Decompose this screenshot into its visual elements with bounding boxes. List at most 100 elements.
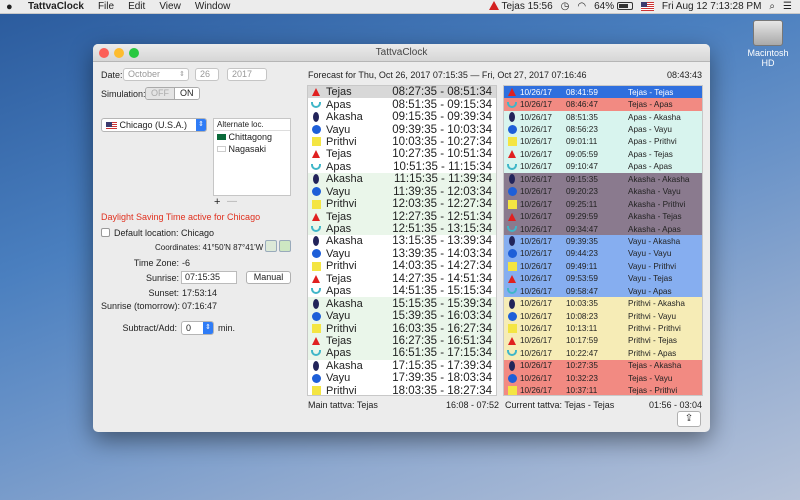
main-tattva-list[interactable]: Tejas 08:27:35 - 08:51:34 Apas 08:51:35 - 0… <box>307 85 497 396</box>
main-tattva-row[interactable]: Apas 10:51:35 - 11:15:34 <box>308 160 496 174</box>
menubar-clock[interactable]: Fri Aug 12 7:13:28 PM <box>662 1 762 12</box>
main-tattva-row[interactable]: Akasha 15:15:35 - 15:39:34 <box>308 297 496 310</box>
sub-tattva-row[interactable]: 10/26/17 10:08:23 Prithvi - Vayu <box>504 309 702 323</box>
sub-tattva-list[interactable]: 10/26/17 08:41:59 Tejas - Tejas 10/26/17 08:… <box>503 85 703 396</box>
main-tattva-row[interactable]: Tejas 10:27:35 - 10:51:34 <box>308 148 496 161</box>
main-tattva-row[interactable]: Vayu 09:39:35 - 10:03:34 <box>308 123 496 136</box>
main-tattva-row[interactable]: Tejas 14:27:35 - 14:51:34 <box>308 272 496 285</box>
sub-tattva-row[interactable]: 10/26/17 09:53:59 Vayu - Tejas <box>504 272 702 285</box>
close-window-button[interactable] <box>99 48 109 58</box>
sub-tattva-row[interactable]: 10/26/17 09:10:47 Apas - Apas <box>504 160 702 174</box>
spotlight-icon[interactable]: ⌕ <box>769 1 775 12</box>
simulation-on[interactable]: ON <box>175 88 199 99</box>
main-tattva-row[interactable]: Apas 14:51:35 - 15:15:34 <box>308 285 496 298</box>
main-tattva-row[interactable]: Akasha 09:15:35 - 09:39:34 <box>308 110 496 124</box>
sub-tattva-pair: Prithvi - Prithvi <box>628 324 681 334</box>
sub-tattva-row[interactable]: 10/26/17 10:03:35 Prithvi - Akasha <box>504 297 702 310</box>
main-tattva-row[interactable]: Akasha 17:15:35 - 17:39:34 <box>308 359 496 373</box>
sub-tattva-row[interactable]: 10/26/17 10:37:11 Tejas - Prithvi <box>504 384 702 395</box>
main-tattva-row[interactable]: Prithvi 14:03:35 - 14:27:34 <box>308 260 496 273</box>
add-location-button[interactable]: + <box>214 196 220 208</box>
main-tattva-row[interactable]: Prithvi 18:03:35 - 18:27:34 <box>308 384 496 395</box>
year-select[interactable]: 2017 <box>227 68 267 81</box>
subtract-add-stepper[interactable]: 0 ⇕ <box>181 321 214 335</box>
sub-tattva-row[interactable]: 10/26/17 09:44:23 Vayu - Vayu <box>504 247 702 261</box>
sub-tattva-row[interactable]: 10/26/17 08:56:23 Apas - Vayu <box>504 123 702 136</box>
vayu-circle-icon <box>311 249 321 259</box>
sub-tattva-date: 10/26/17 <box>520 286 552 296</box>
location-value: Chicago (U.S.A.) <box>119 120 188 130</box>
title-bar[interactable]: TattvaClock <box>93 44 710 62</box>
main-tattva-row[interactable]: Vayu 15:39:35 - 16:03:34 <box>308 309 496 323</box>
sub-tattva-row[interactable]: 10/26/17 09:39:35 Vayu - Akasha <box>504 235 702 248</box>
zoom-window-button[interactable] <box>129 48 139 58</box>
notification-center-icon[interactable]: ☰ <box>783 1 792 12</box>
menu-edit[interactable]: Edit <box>122 1 153 12</box>
sub-tattva-row[interactable]: 10/26/17 08:46:47 Tejas - Apas <box>504 98 702 111</box>
sub-tattva-row[interactable]: 10/26/17 10:13:11 Prithvi - Prithvi <box>504 322 702 335</box>
main-tattva-row[interactable]: Prithvi 12:03:35 - 12:27:34 <box>308 197 496 211</box>
simulation-off[interactable]: OFF <box>146 88 175 99</box>
sub-tattva-date: 10/26/17 <box>520 187 552 197</box>
main-tattva-row[interactable]: Akasha 13:15:35 - 13:39:34 <box>308 235 496 248</box>
sub-tattva-row[interactable]: 10/26/17 10:27:35 Tejas - Akasha <box>504 359 702 373</box>
status-tattva[interactable]: Tejas 15:56 <box>488 1 553 12</box>
sub-tattva-row[interactable]: 10/26/17 10:17:59 Prithvi - Tejas <box>504 334 702 348</box>
subtract-add-unit: min. <box>218 323 236 333</box>
wifi-icon[interactable]: ◠ <box>577 1 586 12</box>
simulation-toggle[interactable]: OFF ON <box>145 87 200 100</box>
main-tattva-row[interactable]: Vayu 11:39:35 - 12:03:34 <box>308 185 496 198</box>
day-select[interactable]: 26 <box>195 68 219 81</box>
map-icon[interactable] <box>265 240 277 252</box>
main-tattva-row[interactable]: Prithvi 16:03:35 - 16:27:34 <box>308 322 496 335</box>
sub-tattva-row[interactable]: 10/26/17 08:51:35 Apas - Akasha <box>504 110 702 124</box>
minimize-window-button[interactable] <box>114 48 124 58</box>
maps-app-icon[interactable] <box>279 240 291 252</box>
menu-window[interactable]: Window <box>189 1 239 12</box>
macintosh-hd-desktop-icon[interactable]: Macintosh HD <box>740 20 796 68</box>
default-location-checkbox[interactable]: Default location: Chicago <box>101 228 214 238</box>
sub-tattva-row[interactable]: 10/26/17 09:58:47 Vayu - Apas <box>504 285 702 298</box>
remove-location-button[interactable]: — <box>227 196 237 207</box>
alt-location-item[interactable]: Chittagong <box>214 131 290 143</box>
sub-tattva-row[interactable]: 10/26/17 10:32:23 Tejas - Vayu <box>504 372 702 385</box>
main-tattva-row[interactable]: Akasha 11:15:35 - 11:39:34 <box>308 173 496 186</box>
akasha-oval-icon <box>509 112 515 123</box>
main-tattva-row[interactable]: Tejas 12:27:35 - 12:51:34 <box>308 210 496 223</box>
main-tattva-row[interactable]: Apas 08:51:35 - 09:15:34 <box>308 98 496 111</box>
sub-tattva-row[interactable]: 10/26/17 09:34:47 Akasha - Apas <box>504 222 702 236</box>
month-select[interactable]: October ⇕ <box>123 68 189 81</box>
main-tattva-row[interactable]: Tejas 08:27:35 - 08:51:34 <box>308 86 496 99</box>
sub-tattva-row[interactable]: 10/26/17 09:05:59 Apas - Tejas <box>504 148 702 161</box>
sub-tattva-row[interactable]: 10/26/17 10:22:47 Prithvi - Apas <box>504 347 702 360</box>
sub-tattva-row[interactable]: 10/26/17 09:15:35 Akasha - Akasha <box>504 173 702 186</box>
sub-tattva-row[interactable]: 10/26/17 09:25:11 Akasha - Prithvi <box>504 197 702 211</box>
location-popup[interactable]: Chicago (U.S.A.) ⇕ <box>101 118 207 132</box>
share-button[interactable]: ⇪ <box>677 411 701 427</box>
sub-tattva-row[interactable]: 10/26/17 09:01:11 Apas - Prithvi <box>504 135 702 149</box>
sub-tattva-row[interactable]: 10/26/17 09:20:23 Akasha - Vayu <box>504 185 702 198</box>
menu-file[interactable]: File <box>92 1 122 12</box>
main-tattva-row[interactable]: Apas 12:51:35 - 13:15:34 <box>308 222 496 236</box>
battery-status[interactable]: 64% <box>594 1 633 12</box>
main-tattva-row[interactable]: Apas 16:51:35 - 17:15:34 <box>308 347 496 360</box>
prithvi-square-icon <box>311 386 321 395</box>
us-flag-icon[interactable] <box>640 2 654 11</box>
main-tattva-row[interactable]: Vayu 13:39:35 - 14:03:34 <box>308 247 496 261</box>
menu-app-name[interactable]: TattvaClock <box>22 1 92 12</box>
timemachine-icon[interactable]: ◷ <box>561 1 570 12</box>
menu-view[interactable]: View <box>153 1 189 12</box>
main-tattva-row[interactable]: Vayu 17:39:35 - 18:03:34 <box>308 372 496 385</box>
sub-tattva-row[interactable]: 10/26/17 09:49:11 Vayu - Prithvi <box>504 260 702 273</box>
sub-tattva-row[interactable]: 10/26/17 08:41:59 Tejas - Tejas <box>504 86 702 99</box>
sub-tattva-row[interactable]: 10/26/17 09:29:59 Akasha - Tejas <box>504 210 702 223</box>
main-tattva-row[interactable]: Tejas 16:27:35 - 16:51:34 <box>308 334 496 348</box>
alternate-locations-list[interactable]: Alternate loc. Chittagong Nagasaki <box>213 118 291 196</box>
sunrise-field[interactable]: 07:15:35 <box>181 271 237 284</box>
alt-location-item[interactable]: Nagasaki <box>214 143 290 155</box>
sub-tattva-pair: Akasha - Akasha <box>628 174 690 184</box>
manual-button[interactable]: Manual <box>246 271 291 284</box>
main-tattva-row[interactable]: Prithvi 10:03:35 - 10:27:34 <box>308 135 496 149</box>
apple-menu-icon[interactable]: ● <box>6 1 22 13</box>
tattva-icon-cell <box>308 372 324 384</box>
